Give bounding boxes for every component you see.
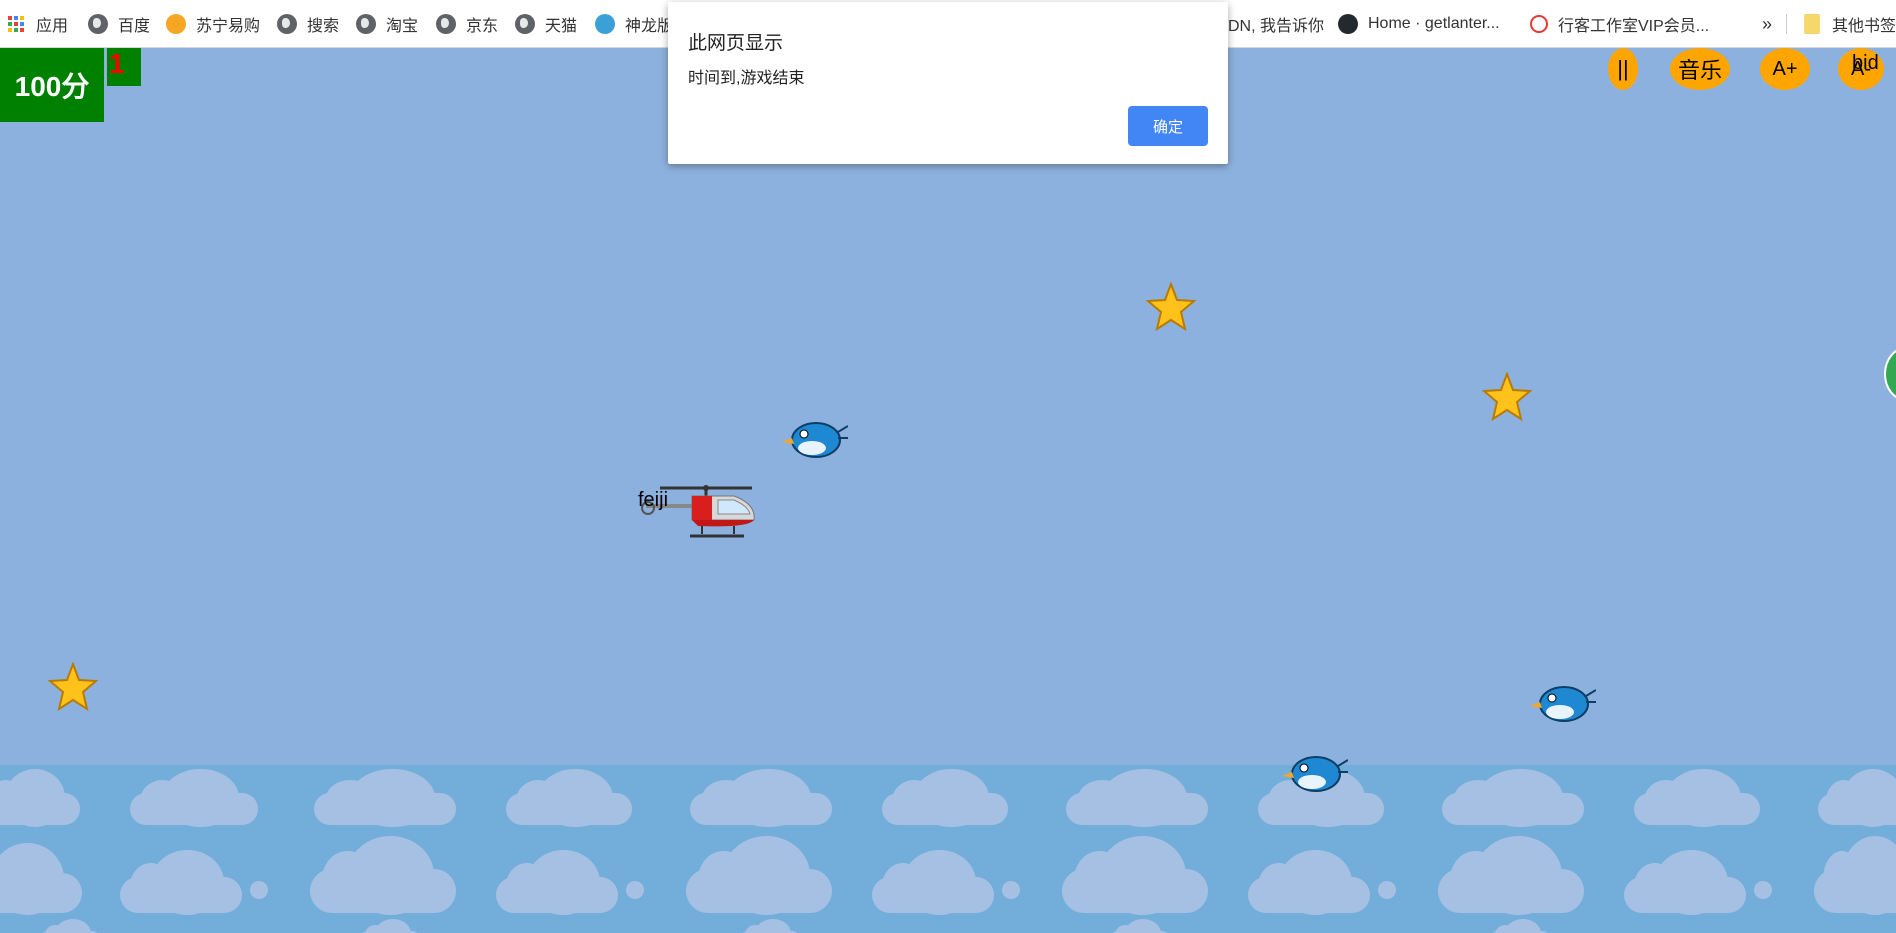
cloud: [882, 769, 1008, 827]
bookmark-label: 神龙版: [625, 18, 674, 35]
blue-bird-enemy: [1282, 756, 1348, 792]
cloud-puff: [1378, 881, 1396, 899]
shenlong-icon: [595, 14, 615, 34]
globe-icon: [515, 14, 535, 34]
blue-bird-enemy: [1530, 686, 1596, 722]
bookmark-apps-label: 应用: [36, 18, 69, 35]
cloud: [1818, 769, 1896, 827]
bookmark-csdn[interactable]: DN, 我告诉你: [1228, 0, 1324, 48]
bookmark-label: 苏宁易购: [196, 18, 261, 35]
cloud: [1624, 850, 1746, 915]
cloud: [686, 836, 832, 916]
folder-icon: [1804, 14, 1820, 34]
bookmark-label: 天猫: [545, 18, 578, 35]
cloud: [314, 769, 456, 827]
star-pickup: [1146, 282, 1196, 332]
apps-grid-icon: [8, 16, 24, 32]
cloud: [1258, 769, 1384, 827]
alert-dialog: 此网页显示 时间到,游戏结束 确定: [668, 2, 1228, 164]
star-pickup: [1482, 372, 1532, 422]
globe-icon: [277, 14, 297, 34]
cloud: [1442, 769, 1584, 827]
score-display: 100分: [0, 48, 104, 122]
bookmark-shenlong[interactable]: 神龙版: [595, 0, 673, 48]
bookmark-label: 搜索: [307, 18, 340, 35]
bookmarks-overflow-button[interactable]: »: [1762, 0, 1772, 48]
blue-bird-enemy: [782, 422, 848, 458]
cloud: [1062, 836, 1208, 916]
cloud: [690, 769, 832, 827]
bookmark-search[interactable]: 搜索: [277, 0, 339, 48]
music-button[interactable]: 音乐: [1670, 48, 1730, 90]
bookmark-other-folder[interactable]: 其他书签: [1804, 0, 1896, 48]
cloud-puff: [250, 881, 268, 899]
cloud: [1814, 836, 1896, 916]
globe-icon: [356, 14, 376, 34]
dialog-ok-button[interactable]: 确定: [1128, 106, 1208, 146]
bookmark-label: 京东: [466, 18, 499, 35]
globe-icon: [88, 14, 108, 34]
cloud: [496, 850, 618, 915]
bookmark-label: 百度: [118, 18, 151, 35]
cloud: [310, 836, 456, 916]
music-note-icon: [1530, 15, 1548, 33]
bookmark-label: Home · getlanter...: [1368, 15, 1500, 32]
cloud: [130, 769, 258, 827]
cloud: [0, 769, 80, 827]
bookmark-apps[interactable]: 应用: [8, 0, 68, 48]
bookmark-label: 其他书签: [1832, 18, 1896, 35]
bookmark-jd[interactable]: 京东: [436, 0, 498, 48]
cloud: [120, 850, 242, 915]
bookmark-baidu[interactable]: 百度: [88, 0, 150, 48]
cloud-puff: [1002, 881, 1020, 899]
cloud: [0, 843, 82, 915]
game-canvas[interactable]: [0, 48, 1896, 933]
chevron-double-right-icon: »: [1762, 13, 1773, 34]
github-icon: [1338, 14, 1358, 34]
suning-lion-icon: [166, 14, 186, 34]
dialog-title: 此网页显示: [688, 33, 784, 54]
globe-icon: [436, 14, 456, 34]
bookmark-tmall[interactable]: 天猫: [515, 0, 577, 48]
dialog-message: 时间到,游戏结束: [688, 70, 805, 87]
cloud: [1438, 836, 1584, 916]
cloud-puff: [1754, 881, 1772, 899]
cloud: [872, 850, 994, 915]
cloud: [1248, 850, 1370, 915]
cloud-puff: [626, 881, 644, 899]
bookmark-taobao[interactable]: 淘宝: [356, 0, 418, 48]
bookmark-suning[interactable]: 苏宁易购: [166, 0, 260, 48]
level-display: 1: [107, 48, 141, 86]
bookmark-music[interactable]: 行客工作室VIP会员...: [1530, 0, 1709, 48]
clipped-text: bid: [1852, 52, 1879, 74]
cloud: [506, 769, 632, 827]
bookmark-github[interactable]: Home · getlanter...: [1338, 0, 1500, 48]
cloud-ground: [0, 765, 1896, 933]
font-increase-button[interactable]: A+: [1760, 48, 1810, 90]
bookmark-label: DN, 我告诉你: [1228, 18, 1325, 35]
star-pickup: [48, 662, 98, 712]
pause-button[interactable]: ||: [1608, 48, 1638, 90]
cloud: [1634, 769, 1760, 827]
bookmark-label: 淘宝: [386, 18, 419, 35]
helicopter-label: feiji: [638, 489, 669, 511]
bookmark-label: 行客工作室VIP会员...: [1558, 18, 1710, 35]
bookmarks-divider: [1786, 14, 1787, 34]
cloud: [1066, 769, 1208, 827]
